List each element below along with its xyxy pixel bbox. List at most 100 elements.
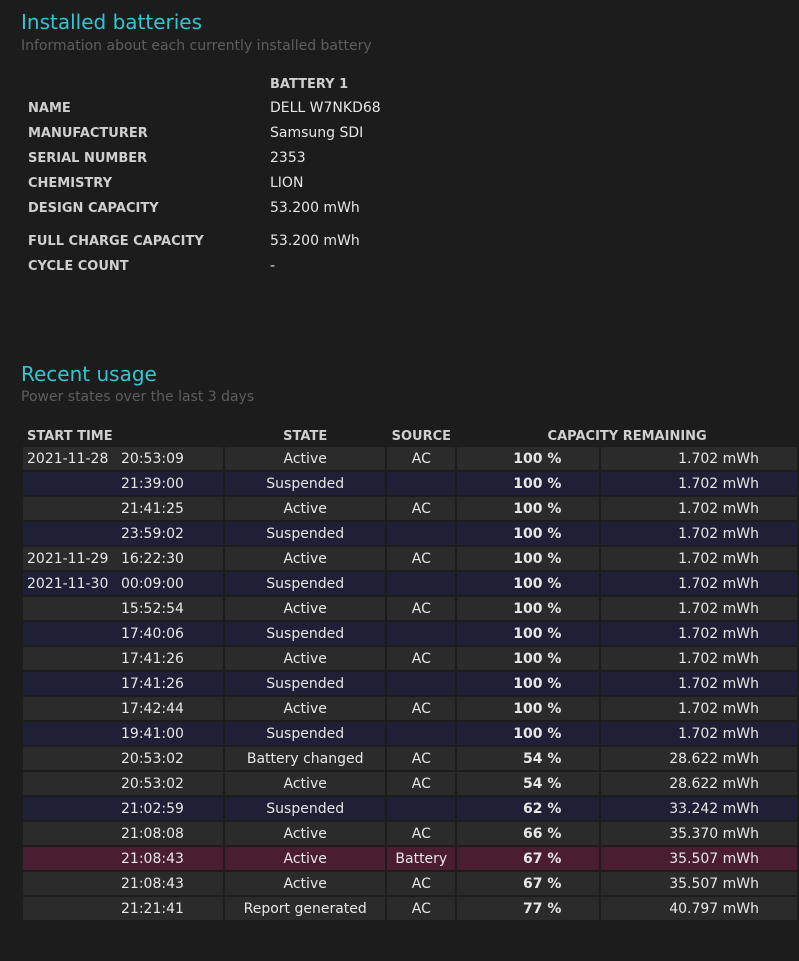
cell-capacity-percent: 100 % <box>457 622 600 645</box>
recent-usage-subtitle: Power states over the last 3 days <box>21 389 255 405</box>
table-row: 21:08:08 Active AC 66 % 35.370 mWh <box>23 822 797 845</box>
field-label: MANUFACTURER <box>28 126 148 141</box>
cell-source: AC <box>387 822 456 845</box>
cell-state: Suspended <box>225 472 386 495</box>
installed-batteries-title: Installed batteries <box>21 10 203 34</box>
cell-capacity-percent: 100 % <box>457 597 600 620</box>
battery-field-name: NAME DELL W7NKD68 <box>0 100 799 120</box>
field-value: Samsung SDI <box>270 125 364 141</box>
cell-capacity-mwh: 1.702 mWh <box>601 447 797 470</box>
start-time: 23:59:02 <box>121 525 184 542</box>
start-date: 2021-11-28 <box>27 450 109 467</box>
cell-source: AC <box>387 897 456 920</box>
cell-capacity-mwh: 28.622 mWh <box>601 772 797 795</box>
field-label: NAME <box>28 101 71 116</box>
field-value: 53.200 mWh <box>270 200 360 216</box>
cell-capacity-percent: 100 % <box>457 472 600 495</box>
cell-state: Active <box>225 647 386 670</box>
cell-source <box>387 622 456 645</box>
start-time: 17:40:06 <box>121 625 184 642</box>
cell-capacity-percent: 54 % <box>457 747 600 770</box>
cell-capacity-percent: 54 % <box>457 772 600 795</box>
cell-capacity-percent: 67 % <box>457 872 600 895</box>
field-label: CHEMISTRY <box>28 176 113 191</box>
start-time: 20:53:02 <box>121 775 184 792</box>
start-time: 21:08:43 <box>121 875 184 892</box>
cell-capacity-percent: 100 % <box>457 672 600 695</box>
cell-start-time: 20:53:02 <box>23 772 224 795</box>
table-row: 21:08:43 Active AC 67 % 35.507 mWh <box>23 872 797 895</box>
cell-capacity-percent: 66 % <box>457 822 600 845</box>
table-row: 19:41:00 Suspended 100 % 1.702 mWh <box>23 722 797 745</box>
cell-capacity-percent: 62 % <box>457 797 600 820</box>
cell-capacity-mwh: 40.797 mWh <box>601 897 797 920</box>
cell-capacity-mwh: 1.702 mWh <box>601 572 797 595</box>
field-value: DELL W7NKD68 <box>270 100 381 116</box>
cell-source: AC <box>387 447 456 470</box>
table-row: 17:41:26 Suspended 100 % 1.702 mWh <box>23 672 797 695</box>
table-row: 17:42:44 Active AC 100 % 1.702 mWh <box>23 697 797 720</box>
cell-capacity-mwh: 1.702 mWh <box>601 722 797 745</box>
field-value: LION <box>270 175 304 191</box>
cell-state: Active <box>225 872 386 895</box>
start-time: 21:41:25 <box>121 500 184 517</box>
cell-source: AC <box>387 547 456 570</box>
cell-capacity-mwh: 1.702 mWh <box>601 647 797 670</box>
start-time: 00:09:00 <box>121 575 184 592</box>
cell-start-time: 17:40:06 <box>23 622 224 645</box>
cell-capacity-mwh: 35.370 mWh <box>601 822 797 845</box>
cell-state: Report generated <box>225 897 386 920</box>
table-row: 23:59:02 Suspended 100 % 1.702 mWh <box>23 522 797 545</box>
start-date: 2021-11-30 <box>27 575 109 592</box>
field-value: 53.200 mWh <box>270 233 360 249</box>
cell-source: AC <box>387 747 456 770</box>
cell-start-time: 21:08:08 <box>23 822 224 845</box>
cell-start-time: 21:08:43 <box>23 872 224 895</box>
cell-source: AC <box>387 697 456 720</box>
cell-start-time: 2021-11-28 20:53:09 <box>23 447 224 470</box>
header-state: STATE <box>283 428 328 444</box>
cell-start-time: 21:02:59 <box>23 797 224 820</box>
cell-state: Active <box>225 847 386 870</box>
cell-state: Suspended <box>225 672 386 695</box>
table-row: 21:41:25 Active AC 100 % 1.702 mWh <box>23 497 797 520</box>
battery-column-header: BATTERY 1 <box>270 77 349 92</box>
cell-source <box>387 722 456 745</box>
start-time: 17:41:26 <box>121 675 184 692</box>
cell-capacity-percent: 100 % <box>457 497 600 520</box>
table-header-row: START TIME STATE SOURCE CAPACITY REMAINI… <box>23 427 797 445</box>
battery-field-serial: SERIAL NUMBER 2353 <box>0 150 799 170</box>
cell-capacity-mwh: 1.702 mWh <box>601 697 797 720</box>
cell-source: Battery <box>387 847 456 870</box>
start-time: 17:41:26 <box>121 650 184 667</box>
start-time: 21:02:59 <box>121 800 184 817</box>
cell-state: Active <box>225 822 386 845</box>
battery-field-cycle-count: CYCLE COUNT - <box>0 258 799 278</box>
cell-start-time: 15:52:54 <box>23 597 224 620</box>
cell-capacity-mwh: 1.702 mWh <box>601 547 797 570</box>
cell-source <box>387 672 456 695</box>
table-row: 2021-11-29 16:22:30 Active AC 100 % 1.702 mWh <box>23 547 797 570</box>
cell-state: Active <box>225 772 386 795</box>
cell-capacity-mwh: 1.702 mWh <box>601 672 797 695</box>
cell-start-time: 23:59:02 <box>23 522 224 545</box>
start-time: 21:21:41 <box>121 900 184 917</box>
cell-state: Active <box>225 497 386 520</box>
table-row: 15:52:54 Active AC 100 % 1.702 mWh <box>23 597 797 620</box>
cell-capacity-mwh: 1.702 mWh <box>601 622 797 645</box>
table-row: 2021-11-28 20:53:09 Active AC 100 % 1.702 mWh <box>23 447 797 470</box>
recent-usage-title: Recent usage <box>21 362 157 386</box>
start-date: 2021-11-29 <box>27 550 109 567</box>
cell-start-time: 2021-11-30 00:09:00 <box>23 572 224 595</box>
table-row: 21:08:43 Active Battery 67 % 35.507 mWh <box>23 847 797 870</box>
cell-state: Battery changed <box>225 747 386 770</box>
header-capacity-remaining: CAPACITY REMAINING <box>547 428 707 444</box>
table-row: 20:53:02 Battery changed AC 54 % 28.622 mWh <box>23 747 797 770</box>
cell-capacity-mwh: 28.622 mWh <box>601 747 797 770</box>
cell-start-time: 2021-11-29 16:22:30 <box>23 547 224 570</box>
table-row: 17:40:06 Suspended 100 % 1.702 mWh <box>23 622 797 645</box>
table-row: 21:21:41 Report generated AC 77 % 40.797 mWh <box>23 897 797 920</box>
table-body: 2021-11-28 20:53:09 Active AC 100 % 1.702 mWh… <box>23 447 797 920</box>
cell-source: AC <box>387 497 456 520</box>
recent-usage-table: START TIME STATE SOURCE CAPACITY REMAINI… <box>21 425 799 922</box>
